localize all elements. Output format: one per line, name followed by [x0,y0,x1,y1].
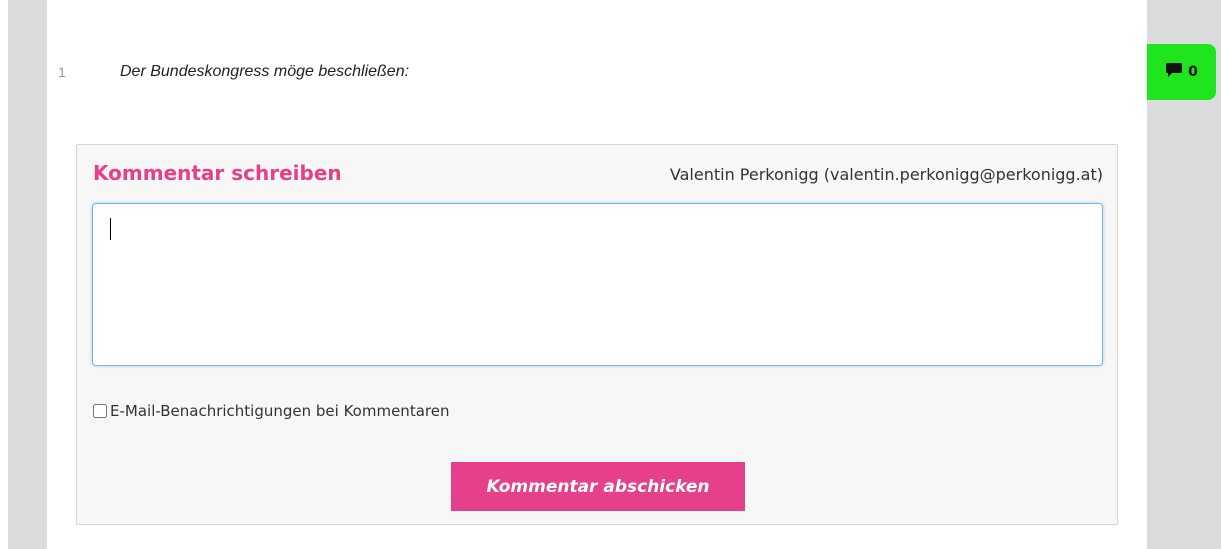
motion-text: Der Bundeskongress möge beschließen: [120,63,410,80]
comment-count: 0 [1188,64,1198,80]
text-cursor [110,218,111,240]
email-notification-option[interactable]: E-Mail-Benachrichtigungen bei Kommentare… [93,402,449,420]
comment-count-badge[interactable]: 0 [1147,44,1216,100]
comment-textarea[interactable] [92,203,1103,366]
submit-comment-button[interactable]: Kommentar abschicken [451,462,745,511]
email-notification-label: E-Mail-Benachrichtigungen bei Kommentare… [110,402,450,420]
comment-form: Kommentar schreiben Valentin Perkonigg (… [76,144,1118,525]
line-number: 1 [58,64,66,80]
comment-icon [1165,62,1183,83]
email-notification-checkbox[interactable] [93,404,107,418]
left-margin [0,0,47,549]
left-sidebar-strip [8,0,47,549]
current-user: Valentin Perkonigg (valentin.perkonigg@p… [669,165,1103,184]
comment-form-title: Kommentar schreiben [93,161,342,185]
